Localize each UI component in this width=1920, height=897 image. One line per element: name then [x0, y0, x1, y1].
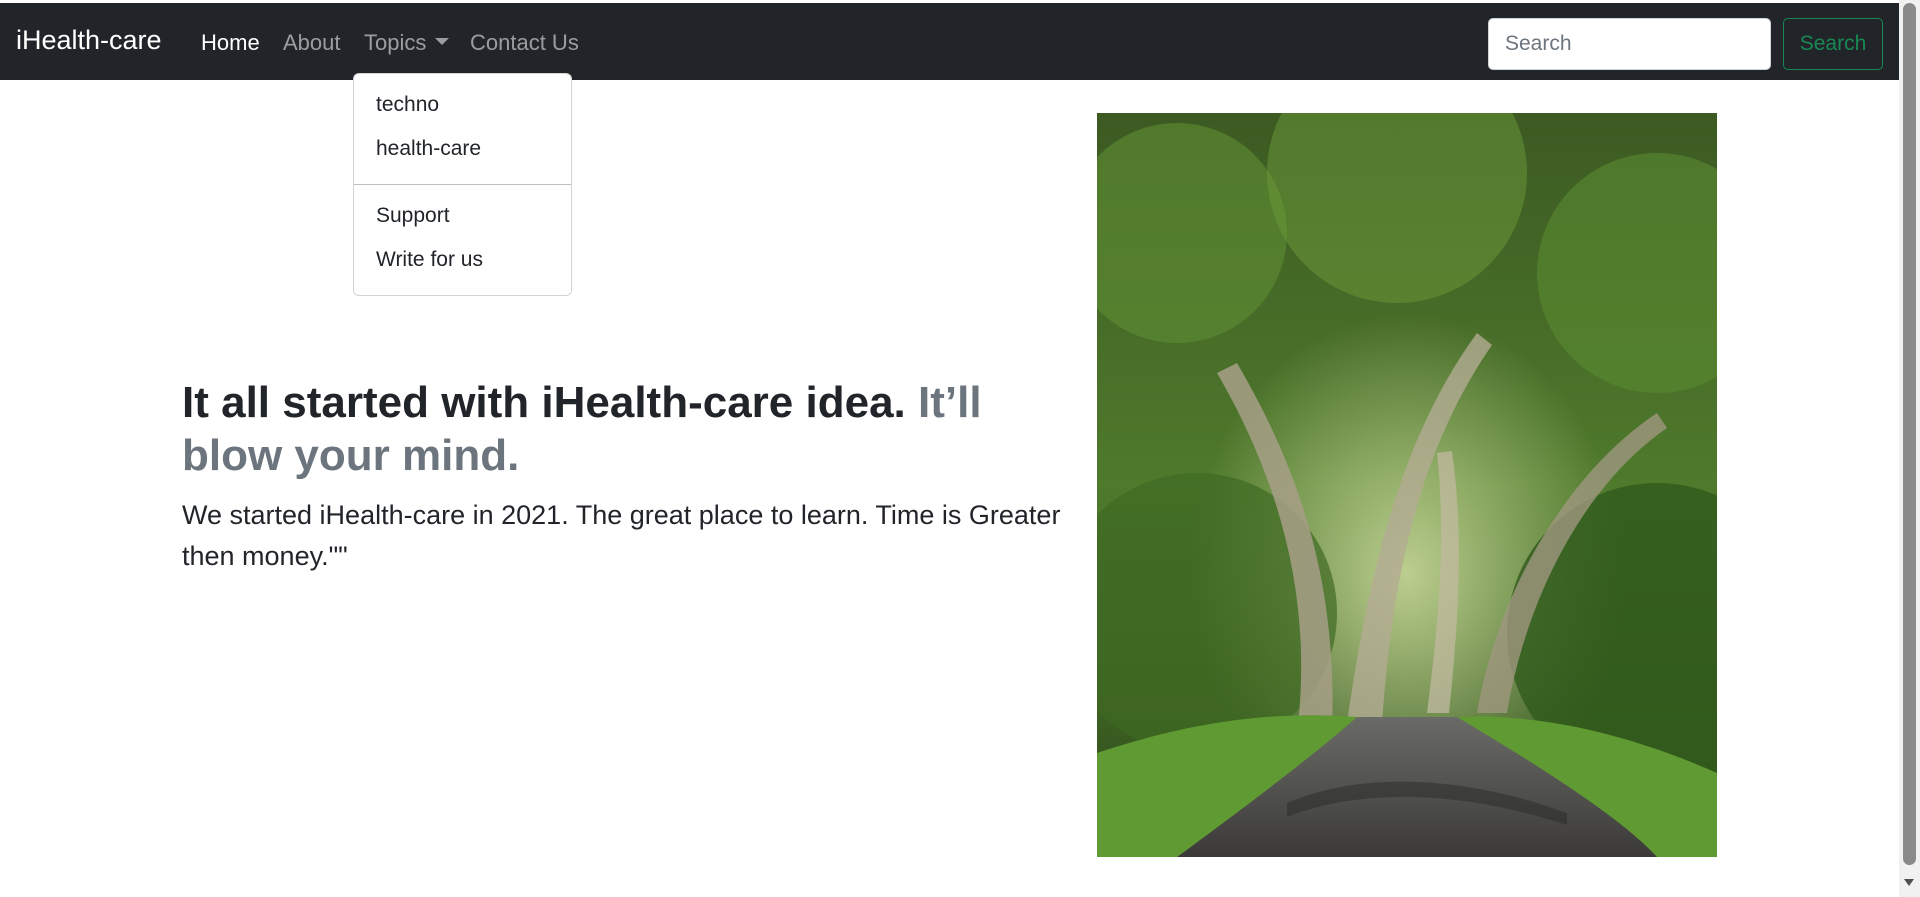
page: iHealth-care Home About Topics Contact U… [0, 0, 1920, 897]
nav-link-contact[interactable]: Contact Us [470, 30, 579, 56]
hero-heading-main: It all started with iHealth-care idea. [182, 378, 906, 427]
dropdown-item-health-care[interactable]: health-care [376, 137, 481, 161]
search-button[interactable]: Search [1783, 18, 1883, 70]
dropdown-divider [354, 184, 571, 185]
scrollbar-thumb[interactable] [1903, 3, 1916, 865]
forest-road-photo [1097, 113, 1717, 857]
nav-link-about[interactable]: About [283, 30, 341, 56]
scroll-down-arrow-icon[interactable] [1904, 879, 1914, 886]
navbar-brand[interactable]: iHealth-care [16, 25, 162, 56]
topics-dropdown-menu: techno health-care Support Write for us [353, 73, 572, 296]
nav-link-topics-dropdown[interactable]: Topics [364, 30, 450, 56]
hero-heading: It all started with iHealth-care idea. I… [182, 376, 1062, 482]
scrollbar[interactable] [1899, 0, 1920, 897]
navbar: iHealth-care Home About Topics Contact U… [0, 3, 1899, 80]
hero-lead-text: We started iHealth-care in 2021. The gre… [182, 500, 1061, 571]
nav-link-topics-label: Topics [364, 30, 427, 55]
hero-image [1097, 113, 1717, 857]
dropdown-item-write-for-us[interactable]: Write for us [376, 248, 483, 272]
caret-down-icon [435, 38, 450, 45]
nav-link-home[interactable]: Home [201, 30, 260, 56]
dropdown-item-support[interactable]: Support [376, 204, 450, 228]
search-input[interactable] [1488, 18, 1771, 70]
dropdown-item-techno[interactable]: techno [376, 93, 439, 117]
